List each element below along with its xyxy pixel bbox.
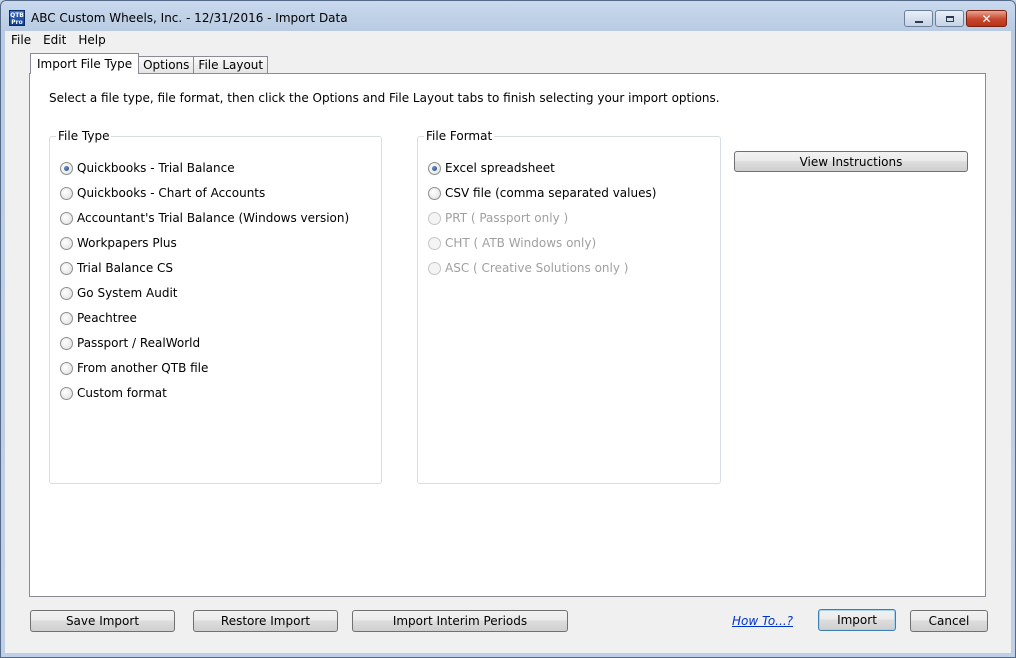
radio-peachtree[interactable] [60, 311, 73, 325]
how-to-link[interactable]: How To...? [732, 614, 793, 628]
radio-label: Accountant's Trial Balance (Windows vers… [77, 211, 350, 225]
tab-import-file-type[interactable]: Import File Type [30, 53, 140, 74]
file-type-group-title: File Type [56, 129, 112, 143]
menu-bar: File Edit Help [5, 31, 1011, 50]
radio-custom-format[interactable] [60, 386, 73, 400]
file-format-group: File Format Excel spreadsheet CSV file (… [417, 129, 721, 484]
title-bar[interactable]: QTB Pro ABC Custom Wheels, Inc. - 12/31/… [1, 1, 1015, 31]
cancel-button[interactable]: Cancel [910, 610, 988, 632]
file-type-group: File Type Quickbooks - Trial Balance Qui… [49, 129, 382, 484]
radio-workpapers-plus[interactable] [60, 236, 73, 250]
minimize-icon [914, 20, 923, 23]
import-data-window: QTB Pro ABC Custom Wheels, Inc. - 12/31/… [0, 0, 1016, 658]
menu-help[interactable]: Help [72, 31, 111, 50]
radio-label: Workpapers Plus [77, 236, 177, 250]
radio-label: Trial Balance CS [77, 261, 174, 275]
file-type-option[interactable]: Trial Balance CS [60, 261, 173, 275]
radio-label: ASC ( Creative Solutions only ) [445, 261, 629, 275]
radio-trial-balance-cs[interactable] [60, 261, 73, 275]
radio-quickbooks-trial-balance[interactable] [60, 161, 73, 175]
window-controls: ✕ [904, 10, 1007, 27]
radio-label: Quickbooks - Trial Balance [77, 161, 235, 175]
file-format-option[interactable]: Excel spreadsheet [428, 161, 555, 175]
file-type-option[interactable]: Accountant's Trial Balance (Windows vers… [60, 211, 349, 225]
radio-label: Passport / RealWorld [77, 336, 201, 350]
client-area: Import File Type Options File Layout Sel… [5, 50, 1011, 653]
file-format-option: ASC ( Creative Solutions only ) [428, 261, 628, 275]
file-type-option[interactable]: Quickbooks - Chart of Accounts [60, 186, 265, 200]
radio-prt [428, 211, 441, 225]
radio-passport-realworld[interactable] [60, 336, 73, 350]
file-format-option: PRT ( Passport only ) [428, 211, 568, 225]
close-icon: ✕ [981, 11, 992, 26]
save-import-button[interactable]: Save Import [30, 610, 175, 632]
import-file-type-panel: Select a file type, file format, then cl… [29, 73, 986, 597]
file-type-option[interactable]: Workpapers Plus [60, 236, 177, 250]
radio-label: CHT ( ATB Windows only) [445, 236, 597, 250]
restore-icon [945, 15, 954, 22]
qtb-app-icon[interactable]: QTB Pro [9, 10, 25, 26]
radio-go-system-audit[interactable] [60, 286, 73, 300]
radio-cht [428, 236, 441, 250]
menu-edit[interactable]: Edit [37, 31, 72, 50]
restore-button[interactable] [935, 10, 964, 27]
close-button[interactable]: ✕ [966, 10, 1007, 27]
restore-import-button[interactable]: Restore Import [193, 610, 338, 632]
file-type-option[interactable]: Passport / RealWorld [60, 336, 200, 350]
radio-label: Go System Audit [77, 286, 178, 300]
tab-options[interactable]: Options [138, 56, 195, 74]
tab-file-layout[interactable]: File Layout [193, 56, 269, 74]
radio-excel-spreadsheet[interactable] [428, 161, 441, 175]
radio-quickbooks-chart-of-accounts[interactable] [60, 186, 73, 200]
file-type-option[interactable]: From another QTB file [60, 361, 208, 375]
radio-label: Custom format [77, 386, 167, 400]
radio-label: From another QTB file [77, 361, 209, 375]
radio-from-another-qtb-file[interactable] [60, 361, 73, 375]
radio-label: PRT ( Passport only ) [445, 211, 569, 225]
minimize-button[interactable] [904, 10, 933, 27]
import-button[interactable]: Import [818, 609, 896, 631]
radio-asc [428, 261, 441, 275]
file-type-option[interactable]: Quickbooks - Trial Balance [60, 161, 235, 175]
menu-file[interactable]: File [5, 31, 37, 50]
file-type-option[interactable]: Go System Audit [60, 286, 178, 300]
file-format-option: CHT ( ATB Windows only) [428, 236, 596, 250]
radio-label: Quickbooks - Chart of Accounts [77, 186, 266, 200]
window-title: ABC Custom Wheels, Inc. - 12/31/2016 - I… [31, 11, 348, 25]
radio-label: CSV file (comma separated values) [445, 186, 657, 200]
tab-strip: Import File Type Options File Layout [30, 52, 269, 74]
file-format-option[interactable]: CSV file (comma separated values) [428, 186, 656, 200]
radio-label: Peachtree [77, 311, 137, 325]
file-type-option[interactable]: Peachtree [60, 311, 137, 325]
file-format-group-title: File Format [424, 129, 495, 143]
radio-label: Excel spreadsheet [445, 161, 555, 175]
view-instructions-button[interactable]: View Instructions [734, 151, 968, 172]
file-type-option[interactable]: Custom format [60, 386, 167, 400]
instructions-text: Select a file type, file format, then cl… [49, 91, 720, 105]
import-interim-periods-button[interactable]: Import Interim Periods [352, 610, 568, 632]
radio-csv-file[interactable] [428, 186, 441, 200]
radio-accountants-trial-balance[interactable] [60, 211, 73, 225]
